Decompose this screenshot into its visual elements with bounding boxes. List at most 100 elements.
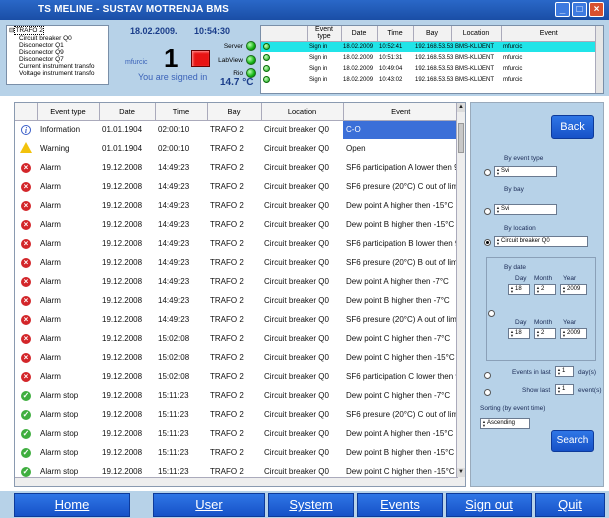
column-header[interactable]: Bay — [413, 26, 452, 42]
event-time-cell: 14:49:23 — [158, 163, 190, 172]
location-select[interactable]: ▲ ▼ Circuit breaker Q0 — [494, 236, 588, 247]
tree-item[interactable]: Current instrument transfo — [9, 63, 108, 70]
event-row[interactable]: × Alarm 19.12.2008 15:02:08 TRAFO 2 Circuit b… — [15, 329, 459, 348]
event-row[interactable]: × Alarm 19.12.2008 14:49:23 TRAFO 2 Circuit b… — [15, 310, 459, 329]
event-row[interactable]: ✓ Alarm stop 19.12.2008 15:11:23 TRAFO 2 Circ… — [15, 424, 459, 443]
column-header[interactable]: Location — [451, 26, 502, 42]
event-row[interactable]: × Alarm 19.12.2008 14:49:23 TRAFO 2 Circuit b… — [15, 272, 459, 291]
event-bay-cell: TRAFO 2 — [210, 296, 244, 305]
column-header[interactable]: Time — [155, 103, 208, 121]
column-header[interactable]: Date — [99, 103, 156, 121]
close-button[interactable]: × — [589, 2, 604, 17]
alarm-stop-icon: ✓ — [21, 409, 31, 420]
events-in-last-field[interactable]: ▲ ▼ 1 — [555, 366, 574, 377]
scroll-down-icon[interactable]: ▼ — [457, 468, 465, 477]
system-button[interactable]: System — [268, 493, 354, 517]
sign-out-button[interactable]: Sign out — [446, 493, 532, 517]
maximize-button[interactable]: □ — [572, 2, 587, 17]
scroll-up-icon[interactable]: ▲ — [457, 103, 465, 112]
user-button[interactable]: User — [153, 493, 265, 517]
event-row[interactable]: × Alarm 19.12.2008 15:02:08 TRAFO 2 Circuit b… — [15, 348, 459, 367]
tree-item[interactable]: Disconector Q1 — [9, 42, 108, 49]
event-date-cell: 19.12.2008 — [102, 315, 143, 324]
filter-events-in-last-radio[interactable] — [484, 372, 491, 379]
recent-event-row[interactable]: Sign in 18.02.2009 10:49:04 192.168.53.53 … — [261, 63, 597, 74]
event-row[interactable]: ✓ Alarm stop 19.12.2008 15:11:23 TRAFO 2 Circ… — [15, 443, 459, 462]
event-type-cell: Alarm stop — [40, 429, 79, 438]
events-button[interactable]: Events — [357, 493, 443, 517]
back-button[interactable]: Back — [551, 115, 594, 139]
alarm-icon: × — [21, 371, 31, 382]
event-type-cell: Alarm — [40, 315, 61, 324]
event-row[interactable]: × Alarm 19.12.2008 14:49:23 TRAFO 2 Circuit b… — [15, 215, 459, 234]
search-button[interactable]: Search — [551, 430, 594, 452]
event-type-select[interactable]: ▲ ▼ Svi — [494, 166, 557, 177]
event-row[interactable]: Warning 01.01.1904 02:00:10 TRAFO 2 Circuit … — [15, 139, 459, 158]
column-header[interactable]: Event type — [307, 26, 342, 42]
event-row[interactable]: × Alarm 19.12.2008 14:49:23 TRAFO 2 Circuit b… — [15, 177, 459, 196]
scroll-thumb[interactable] — [458, 123, 464, 153]
column-header[interactable]: Time — [377, 26, 414, 42]
horizontal-scrollbar[interactable] — [15, 477, 458, 486]
filter-location-radio[interactable] — [484, 239, 491, 246]
column-header[interactable]: Date — [341, 26, 378, 42]
column-header[interactable]: Bay — [207, 103, 262, 121]
event-bay-cell: TRAFO 2 — [210, 334, 244, 343]
column-header[interactable]: Event type — [37, 103, 100, 121]
recent-event-row[interactable]: Sign in 18.02.2009 10:43:02 192.168.53.53 … — [261, 74, 597, 85]
event-location-cell: Circuit breaker Q0 — [264, 220, 329, 229]
alarm-icon: × — [21, 162, 31, 173]
home-button[interactable]: Home — [14, 493, 130, 517]
column-header[interactable]: Location — [261, 103, 344, 121]
to-year-field[interactable]: ▲ ▼ 2009 — [560, 328, 587, 339]
to-day-field[interactable]: ▲ ▼ 18 — [508, 328, 530, 339]
tree-item[interactable]: Disconector Q7 — [9, 56, 108, 63]
user-label: mfurcic — [125, 59, 148, 66]
column-header[interactable]: Event — [501, 26, 597, 42]
filter-date-radio[interactable] — [488, 310, 495, 317]
quit-button[interactable]: Quit — [535, 493, 605, 517]
from-year-field[interactable]: ▲ ▼ 2009 — [560, 284, 587, 295]
from-month-field[interactable]: ▲ ▼ 2 — [534, 284, 556, 295]
filter-bay-radio[interactable] — [484, 208, 491, 215]
by-date-label: By date — [504, 264, 527, 271]
event-type-cell: Alarm stop — [40, 410, 79, 419]
tree-item[interactable]: Circuit breaker Q0 — [9, 35, 108, 42]
sorting-select[interactable]: ▲ ▼ Ascending — [480, 418, 530, 429]
event-row[interactable]: × Alarm 19.12.2008 14:49:23 TRAFO 2 Circuit b… — [15, 253, 459, 272]
vertical-scrollbar[interactable]: ▲ ▼ — [456, 103, 465, 486]
column-header[interactable]: Event — [343, 103, 459, 121]
event-bay-cell: TRAFO 2 — [210, 220, 244, 229]
recent-event-row[interactable]: Sign in 18.02.2009 10:52:41 192.168.53.53 … — [261, 41, 597, 52]
alarm-icon: × — [21, 314, 31, 325]
minimize-button[interactable]: _ — [555, 2, 570, 17]
show-last-field[interactable]: ▲ ▼ 1 — [555, 384, 574, 395]
bay-tree[interactable]: ⊟TRAFO 2 Circuit breaker Q0 Disconector … — [6, 25, 109, 85]
event-row[interactable]: × Alarm 19.12.2008 14:49:23 TRAFO 2 Circuit b… — [15, 234, 459, 253]
scrollbar[interactable] — [595, 26, 603, 93]
filter-event-type-radio[interactable] — [484, 169, 491, 176]
from-day-field[interactable]: ▲ ▼ 18 — [508, 284, 530, 295]
recent-event-row[interactable]: Sign in 18.02.2009 10:51:31 192.168.53.53 … — [261, 52, 597, 63]
event-row[interactable]: ✓ Alarm stop 19.12.2008 15:11:23 TRAFO 2 Circ… — [15, 405, 459, 424]
event-row[interactable]: ✓ Alarm stop 19.12.2008 15:11:23 TRAFO 2 Circ… — [15, 386, 459, 405]
event-bay-cell: TRAFO 2 — [210, 277, 244, 286]
alarm-count: 1 — [164, 43, 179, 73]
bay-select[interactable]: ▲ ▼ Svi — [494, 204, 557, 215]
tree-item[interactable]: Disconector Q9 — [9, 49, 108, 56]
filter-show-last-radio[interactable] — [484, 389, 491, 396]
event-row[interactable]: × Alarm 19.12.2008 14:49:23 TRAFO 2 Circuit b… — [15, 158, 459, 177]
tree-item[interactable]: Voltage instrument transfo — [9, 70, 108, 77]
event-row[interactable]: i Information 01.01.1904 02:00:10 TRAFO 2 Cir… — [15, 120, 459, 139]
event-location-cell: Circuit breaker Q0 — [264, 410, 329, 419]
alarm-icon: × — [21, 333, 31, 344]
temperature-readout: 14.7 °C — [220, 77, 254, 88]
event-row[interactable]: × Alarm 19.12.2008 14:49:23 TRAFO 2 Circuit b… — [15, 291, 459, 310]
recent-events-table[interactable]: Event type Date Time Bay Location Event … — [260, 25, 604, 94]
event-row[interactable]: × Alarm 19.12.2008 14:49:23 TRAFO 2 Circuit b… — [15, 196, 459, 215]
events-table[interactable]: Event type Date Time Bay Location Event … — [14, 102, 466, 487]
tree-item-root[interactable]: ⊟TRAFO 2 — [9, 26, 108, 35]
event-row[interactable]: × Alarm 19.12.2008 15:02:08 TRAFO 2 Circuit b… — [15, 367, 459, 386]
to-month-field[interactable]: ▲ ▼ 2 — [534, 328, 556, 339]
event-event-cell: Dew point A higher then -15°C — [346, 201, 454, 210]
